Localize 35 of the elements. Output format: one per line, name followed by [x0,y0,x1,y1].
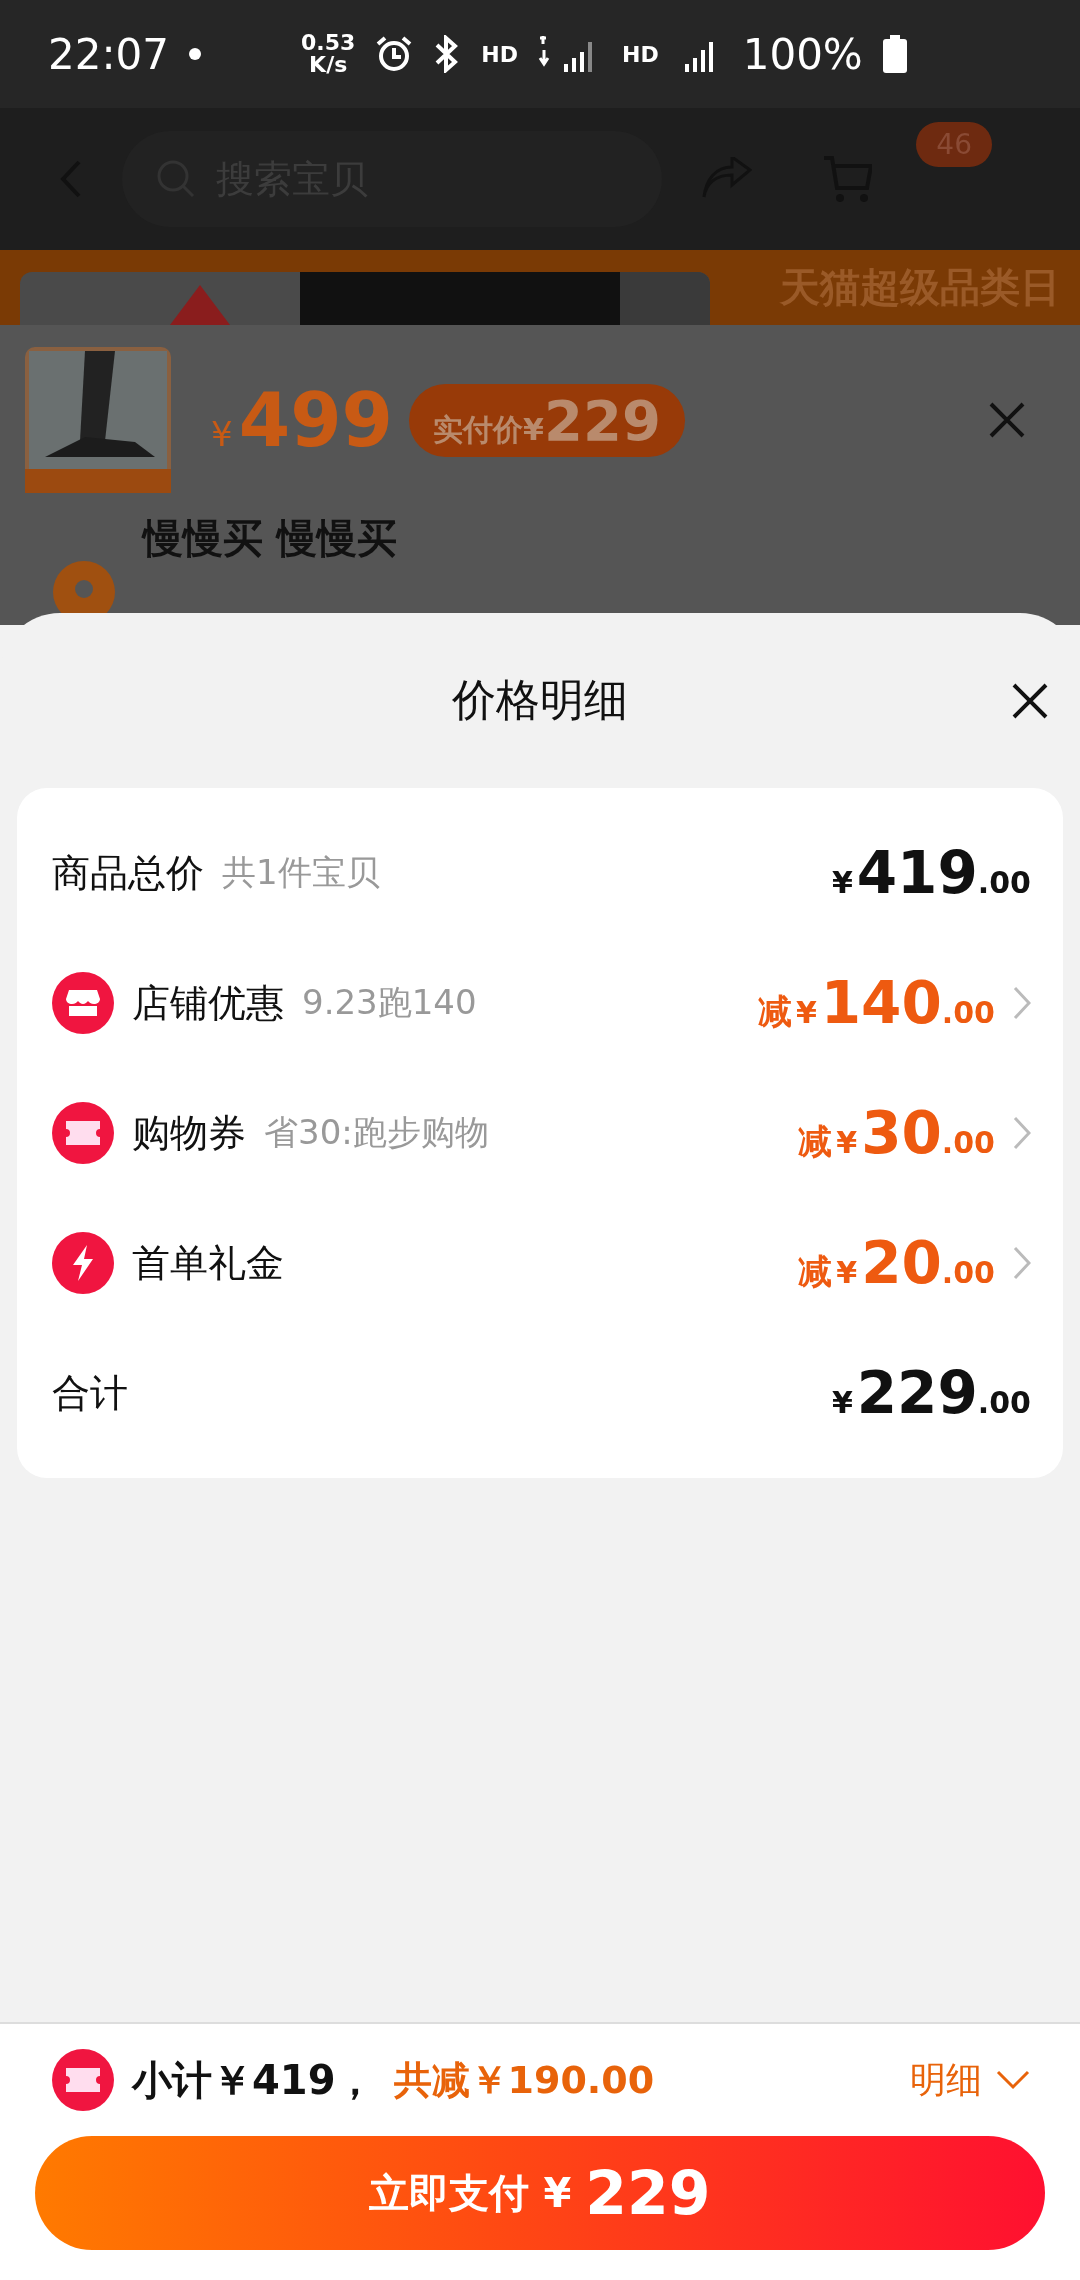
network-type: HD [481,41,518,67]
row-label: 合计 [52,1369,128,1417]
battery-level: 100% [742,29,863,79]
clock-time: 22:07 [48,29,170,79]
product-price: ¥499 [211,377,394,463]
alarm-icon [375,36,414,72]
row-amount: ¥229.00 [830,1359,1031,1427]
row-label: 首单礼金 [132,1239,284,1287]
pay-button[interactable]: 立即支付 ¥ 229 [35,2136,1045,2250]
row-note: 省30:跑步购物 [264,1111,489,1154]
sheet-title: 价格明细 [452,673,628,727]
row-note: 9.23跑140 [302,981,477,1024]
chevron-down-icon [996,2070,1030,2090]
row-note: 共1件宝贝 [222,851,380,894]
network-type: HD [622,41,659,67]
close-icon[interactable] [989,402,1025,438]
dot-icon [189,48,202,60]
network-speed: 0.53 K/s [301,32,356,76]
row-amount: 减¥20.00 [798,1229,995,1297]
chevron-right-icon [1013,1116,1031,1150]
row-label: 商品总价 [52,849,204,897]
actual-price-badge: 实付价¥229 [409,383,685,457]
chevron-right-icon [1013,1246,1031,1280]
chevron-right-icon [1013,986,1031,1020]
row-label: 店铺优惠 [132,979,284,1027]
battery-icon [882,35,907,73]
row-amount: 减¥140.00 [757,969,995,1037]
subtotal: 小计￥419， [132,2055,376,2105]
close-button[interactable] [1012,682,1048,719]
detail-toggle[interactable]: 明细 [910,2055,1045,2105]
address-name: 慢慢买 慢慢买 [143,514,397,563]
row-label: 购物券 [132,1109,246,1157]
total-saved: 共减￥190.00 [393,2056,655,2104]
row-amount: ¥419.00 [830,839,1031,907]
row-amount: 减¥30.00 [798,1099,995,1167]
